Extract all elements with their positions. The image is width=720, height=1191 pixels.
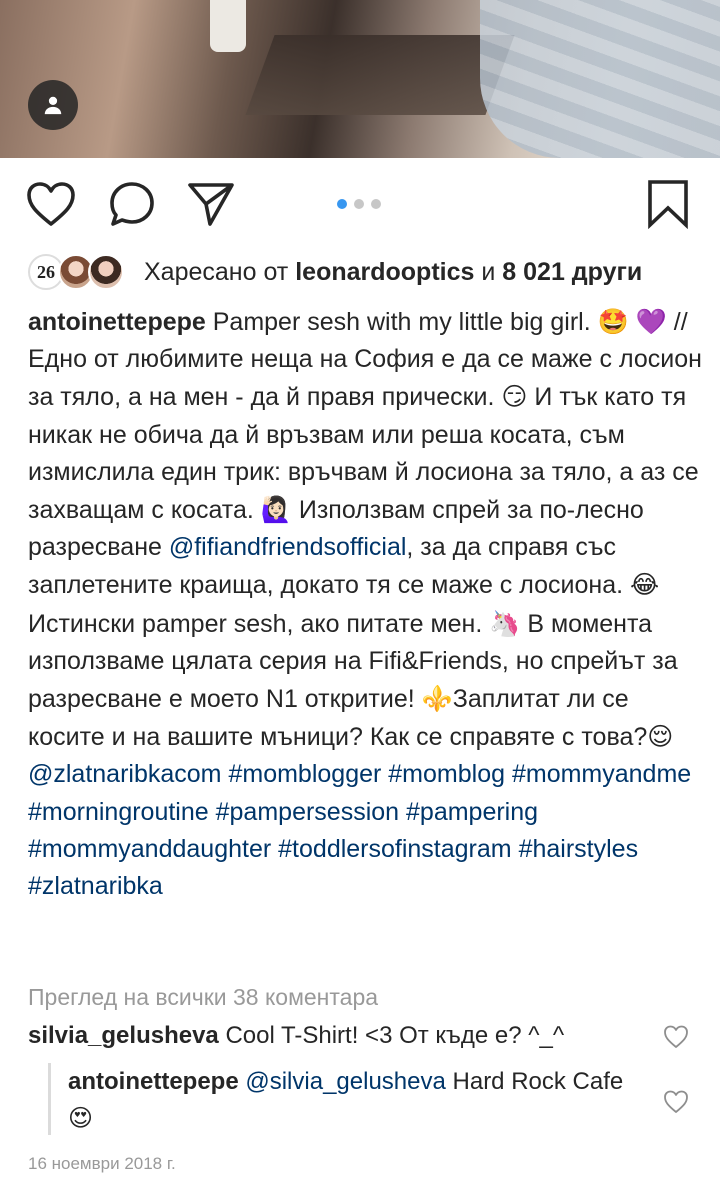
caption-emoji: 🙋🏻‍♀️: [260, 495, 292, 525]
person-icon: [44, 96, 62, 115]
comment-like-icon[interactable]: [663, 1024, 689, 1050]
hashtag-link[interactable]: #toddlersofinstagram: [278, 835, 511, 863]
reply-emoji: 😍: [68, 1104, 94, 1132]
photo-table: [245, 35, 515, 115]
reply-mention[interactable]: @silvia_gelusheva: [245, 1068, 445, 1095]
heart-outline-icon: [27, 182, 75, 226]
share-button[interactable]: [186, 179, 236, 229]
caption-emoji: ⚜️: [421, 684, 453, 714]
lotion-bottle: [210, 0, 246, 52]
carousel-dot: [371, 199, 381, 209]
caption-emoji: 💜: [635, 307, 667, 336]
caption-text: [629, 308, 636, 336]
comment-button[interactable]: [107, 179, 157, 229]
bookmark-icon: [648, 180, 688, 229]
caption-username[interactable]: antoinettepepe: [28, 308, 206, 336]
hashtag-link[interactable]: #morningroutine: [28, 798, 209, 826]
caption-text: [399, 798, 406, 826]
mention-link[interactable]: @fifiandfriendsofficial: [169, 533, 407, 561]
hashtag-link[interactable]: #mommyandme: [512, 760, 691, 788]
likes-others[interactable]: 8 021 други: [502, 258, 642, 286]
caption-emoji: 😂: [630, 570, 660, 600]
hashtag-link[interactable]: #zlatnaribka: [28, 872, 163, 900]
comment-text: Cool T-Shirt! <3 От къде е? ^_^: [218, 1022, 565, 1049]
hashtag-link[interactable]: #pampersession: [216, 798, 399, 826]
carousel-dot: [354, 199, 364, 209]
caption-text: [505, 760, 512, 788]
caption-emoji: 😏: [501, 382, 528, 412]
reply-thread-line: [48, 1063, 51, 1135]
user-tag-button[interactable]: [28, 80, 78, 130]
comment-username[interactable]: silvia_gelusheva: [28, 1022, 219, 1049]
hashtag-link[interactable]: #pampering: [406, 798, 538, 826]
photo-dress: [480, 0, 720, 158]
reply-like-icon[interactable]: [663, 1089, 689, 1115]
mention-link[interactable]: @zlatnaribkacom: [28, 760, 222, 788]
avatar: [88, 254, 124, 290]
caption-text: [209, 798, 216, 826]
comment-item: silvia_gelusheva Cool T-Shirt! <3 От къд…: [28, 1018, 648, 1054]
likes-row[interactable]: 26 Харесано от leonardooptics и 8 021 др…: [28, 252, 708, 292]
carousel-indicator: [337, 199, 381, 209]
likes-summary: Харесано от leonardooptics и 8 021 други: [144, 252, 642, 292]
reply-item: antoinettepepe @silvia_gelusheva Hard Ro…: [68, 1063, 648, 1137]
post-photo[interactable]: [0, 0, 720, 158]
paper-plane-icon: [188, 183, 234, 226]
caption-text: Истински pamper sesh, ако питате мен.: [28, 609, 490, 638]
hashtag-link[interactable]: #mommyanddaughter: [28, 835, 271, 863]
caption-body: Pamper sesh with my little big girl. 🤩 💜…: [28, 307, 702, 900]
reply-username[interactable]: antoinettepepe: [68, 1068, 239, 1095]
speech-bubble-icon: [110, 182, 154, 226]
reply-text: Hard Rock Cafe: [445, 1068, 624, 1095]
hashtag-link[interactable]: #hairstyles: [519, 835, 639, 863]
hashtag-link[interactable]: #momblog: [388, 760, 505, 788]
liker-username[interactable]: leonardooptics: [295, 258, 474, 286]
likes-prefix: Харесано от: [144, 258, 289, 286]
liker-avatars: 26: [28, 252, 130, 292]
save-button[interactable]: [643, 179, 693, 229]
view-all-comments-link[interactable]: Преглед на всички 38 коментара: [28, 981, 378, 1013]
caption-text: [512, 835, 519, 863]
caption-emoji: 😌: [647, 722, 674, 752]
caption-text: Pamper sesh with my little big girl.: [205, 308, 598, 336]
like-button[interactable]: [26, 179, 76, 229]
caption-emoji: 🤩: [597, 307, 629, 336]
action-bar: [0, 175, 720, 235]
post-caption: antoinettepepe Pamper sesh with my littl…: [28, 303, 704, 905]
carousel-dot-active: [337, 199, 347, 209]
likes-and: и: [481, 258, 496, 286]
caption-emoji: 🦄: [489, 608, 521, 638]
post-date: 16 ноември 2018 г.: [28, 1154, 176, 1173]
hashtag-link[interactable]: #momblogger: [228, 760, 381, 788]
